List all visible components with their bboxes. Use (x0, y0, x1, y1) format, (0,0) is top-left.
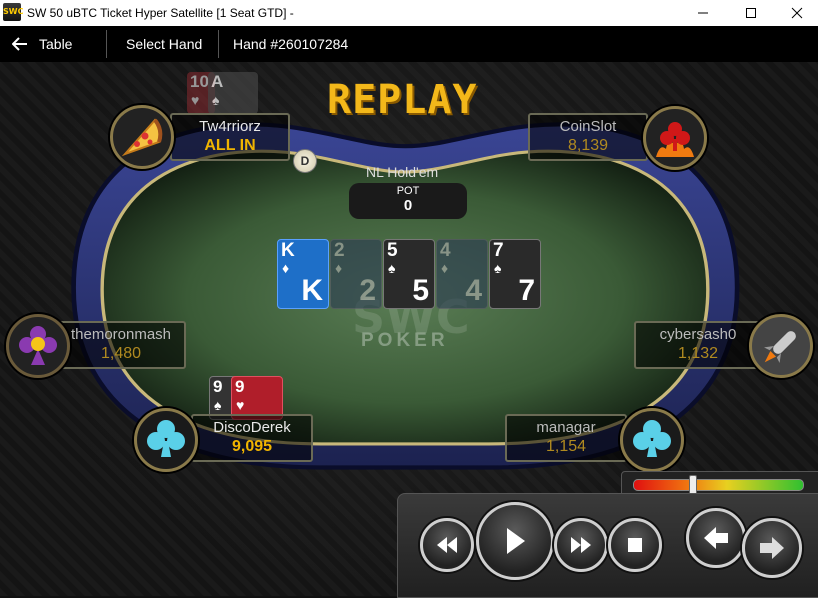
player-name: Tw4rriorz (199, 118, 261, 135)
stop-button[interactable] (608, 518, 662, 572)
minimize-icon (698, 12, 708, 14)
previous-step-button[interactable] (686, 508, 746, 568)
hand-number: Hand #260107284 (233, 36, 349, 52)
hole-card: A ♠ (208, 72, 258, 114)
pot-display: POT 0 (349, 183, 467, 219)
seat-cybersash0[interactable]: cybersash0 1,132 (634, 321, 762, 369)
pot-value: 0 (403, 197, 413, 214)
player-stack: 8,139 (567, 137, 609, 154)
avatar-club (134, 408, 198, 472)
select-hand-button[interactable]: Select Hand (126, 26, 202, 62)
pizza-icon (121, 118, 163, 157)
poker-watermark: POKER (361, 330, 449, 351)
fast-forward-icon (571, 537, 591, 553)
game-type-label: NL Hold'em (366, 164, 439, 180)
app-logo-icon: SWC (3, 3, 23, 21)
seat-tw4rriorz[interactable]: Tw4rriorz ALL IN (170, 113, 290, 161)
maximize-button[interactable] (728, 0, 774, 26)
player-name: DiscoDerek (213, 419, 291, 436)
club-fire-icon (656, 122, 694, 157)
board-card: 2 ♦ 2 (330, 239, 382, 309)
dealer-button: D (293, 149, 317, 173)
rocket-icon (764, 331, 796, 363)
stop-icon (628, 538, 642, 552)
seat-discoderek[interactable]: DiscoDerek 9,095 (191, 414, 313, 462)
player-name: managar (536, 419, 596, 436)
back-label: Table (39, 36, 73, 52)
arrow-left-icon (704, 527, 728, 549)
player-stack: 1,480 (100, 345, 142, 362)
player-name: themoronmash (70, 326, 172, 343)
back-to-table-button[interactable]: Table (10, 26, 90, 62)
close-icon (791, 7, 803, 19)
fast-forward-button[interactable] (554, 518, 608, 572)
board-card: 4 ♦ 4 (436, 239, 488, 309)
window-titlebar: SWC SW 50 uBTC Ticket Hyper Satellite [1… (0, 0, 818, 26)
avatar-club-fire (643, 106, 707, 170)
pot-label: POT (396, 185, 420, 197)
player-stack: 9,095 (231, 438, 273, 455)
club-icon (147, 420, 185, 457)
board-card: 7 ♠ 7 (489, 239, 541, 309)
next-step-button[interactable] (742, 518, 802, 578)
board-card: K ♦ K (277, 239, 329, 309)
avatar-flower (6, 314, 70, 378)
maximize-icon (746, 8, 756, 18)
avatar-club (620, 408, 684, 472)
speed-track (633, 479, 804, 491)
nav-divider (106, 30, 107, 58)
player-name: cybersash0 (659, 326, 737, 343)
arrow-left-icon (12, 37, 27, 51)
replay-title: REPLAY (327, 77, 478, 123)
seat-managar[interactable]: managar 1,154 (505, 414, 627, 462)
player-stack: 1,154 (545, 438, 587, 455)
replay-navbar: Table Select Hand Hand #260107284 (0, 26, 818, 62)
close-button[interactable] (774, 0, 818, 26)
seat-coinslot[interactable]: CoinSlot 8,139 (528, 113, 648, 161)
play-icon (507, 528, 525, 554)
avatar-pizza (110, 105, 174, 169)
player-stack: ALL IN (204, 137, 256, 154)
play-button[interactable] (476, 502, 554, 580)
board-card: 5 ♠ 5 (383, 239, 435, 309)
avatar-rocket (749, 314, 813, 378)
minimize-button[interactable] (680, 0, 726, 26)
player-name: CoinSlot (559, 118, 617, 135)
rewind-button[interactable] (420, 518, 474, 572)
player-stack: 1,132 (677, 345, 719, 362)
arrow-right-icon (760, 537, 784, 559)
window-title: SW 50 uBTC Ticket Hyper Satellite [1 Sea… (27, 6, 294, 20)
seat-themoronmash[interactable]: themoronmash 1,480 (56, 321, 186, 369)
rewind-icon (437, 537, 457, 553)
flower-icon (19, 326, 57, 365)
club-icon (633, 420, 671, 457)
nav-divider (218, 30, 219, 58)
